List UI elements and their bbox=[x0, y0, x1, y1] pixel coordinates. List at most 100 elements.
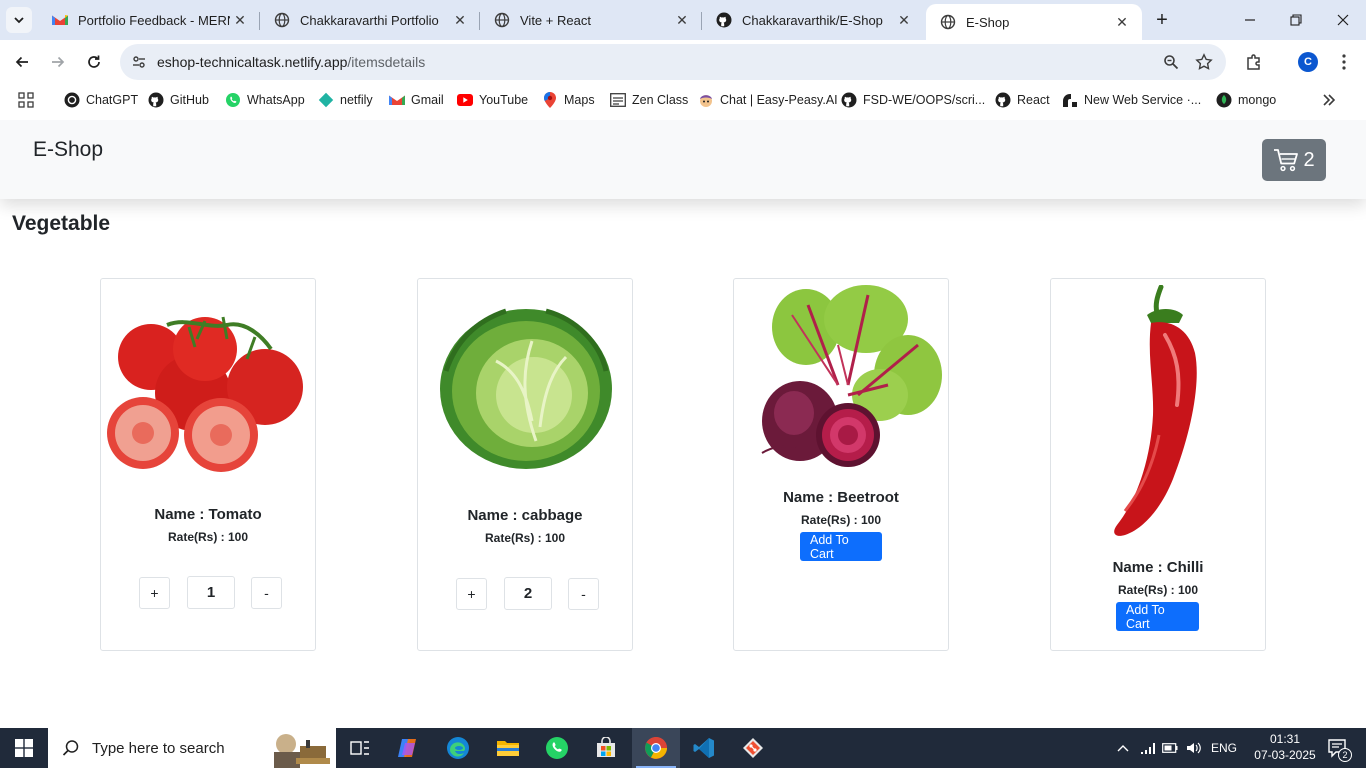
bookmark-new-web-service[interactable]: New Web Service ·... bbox=[1062, 91, 1201, 109]
vscode-button[interactable] bbox=[680, 728, 728, 768]
bookmark-label: Chat | Easy-Peasy.AI bbox=[720, 93, 838, 107]
github-icon bbox=[995, 92, 1011, 108]
bookmark-whatsapp[interactable]: WhatsApp bbox=[225, 91, 305, 109]
mongo-leaf-icon bbox=[1216, 92, 1232, 108]
close-icon[interactable]: ✕ bbox=[672, 10, 692, 30]
bookmark-github[interactable]: GitHub bbox=[148, 91, 209, 109]
new-tab-button[interactable]: + bbox=[1150, 8, 1174, 32]
browser-tab-strip: Portfolio Feedback - MERN ✕ Chakkaravart… bbox=[0, 0, 1366, 40]
copilot-button[interactable] bbox=[384, 728, 432, 768]
brand-title[interactable]: E-Shop bbox=[33, 138, 103, 162]
forward-button[interactable] bbox=[44, 48, 72, 76]
bookmark-fsd-we[interactable]: FSD-WE/OOPS/scri... bbox=[841, 91, 985, 109]
bookmark-youtube[interactable]: YouTube bbox=[457, 91, 528, 109]
youtube-icon bbox=[457, 92, 473, 108]
taskbar-search[interactable]: Type here to search bbox=[48, 728, 336, 768]
quantity-value: 2 bbox=[504, 577, 552, 610]
show-hidden-icons[interactable] bbox=[1112, 728, 1134, 768]
tab-search-button[interactable] bbox=[6, 7, 32, 33]
browser-toolbar: eshop-technicaltask.netlify.app/itemsdet… bbox=[0, 40, 1366, 84]
decrement-button[interactable]: - bbox=[251, 577, 282, 609]
close-window-button[interactable] bbox=[1320, 0, 1366, 40]
task-view-button[interactable] bbox=[336, 728, 384, 768]
bookmark-easy-peasy[interactable]: Chat | Easy-Peasy.AI bbox=[698, 91, 838, 109]
tab-vite-react[interactable]: Vite + React ✕ bbox=[480, 0, 702, 40]
minimize-icon bbox=[1245, 19, 1255, 21]
network-icon[interactable] bbox=[1138, 728, 1158, 768]
clock[interactable]: 01:31 07-03-2025 bbox=[1254, 731, 1316, 763]
increment-button[interactable]: + bbox=[139, 577, 170, 609]
tab-chakkaravarthi-portfolio[interactable]: Chakkaravarthi Portfolio ✕ bbox=[260, 0, 480, 40]
bookmark-gmail[interactable]: Gmail bbox=[389, 91, 444, 109]
bookmark-react[interactable]: React bbox=[995, 91, 1050, 109]
section-title: Vegetable bbox=[12, 212, 111, 235]
bookmark-star-icon[interactable] bbox=[1193, 51, 1215, 73]
product-card-beetroot: Name : Beetroot Rate(Rs) : 100 Add To Ca… bbox=[733, 278, 949, 651]
git-icon bbox=[743, 738, 763, 758]
bookmark-label: React bbox=[1017, 93, 1050, 107]
github-icon bbox=[148, 92, 164, 108]
url-host: eshop-technicaltask.netlify.app bbox=[157, 54, 348, 70]
tab-portfolio-feedback[interactable]: Portfolio Feedback - MERN ✕ bbox=[38, 0, 260, 40]
restore-button[interactable] bbox=[1273, 0, 1319, 40]
chevron-down-icon bbox=[14, 17, 24, 24]
edge-button[interactable] bbox=[434, 728, 482, 768]
windows-icon bbox=[15, 739, 33, 757]
close-icon[interactable]: ✕ bbox=[450, 10, 470, 30]
site-info-icon[interactable] bbox=[128, 51, 150, 73]
more-bookmarks-icon[interactable] bbox=[1322, 91, 1336, 109]
profile-avatar[interactable]: C bbox=[1298, 52, 1318, 72]
more-menu-icon[interactable] bbox=[1330, 48, 1358, 76]
close-icon[interactable]: ✕ bbox=[894, 10, 914, 30]
decrement-button[interactable]: - bbox=[568, 578, 599, 610]
folder-icon bbox=[497, 741, 519, 756]
tab-eshop[interactable]: E-Shop ✕ bbox=[926, 4, 1142, 40]
arrow-left-icon bbox=[15, 56, 28, 68]
bookmark-label: New Web Service ·... bbox=[1084, 93, 1202, 107]
render-icon bbox=[1062, 92, 1078, 108]
bookmark-maps[interactable]: Maps bbox=[542, 91, 595, 109]
start-button[interactable] bbox=[0, 728, 48, 768]
bookmark-chatgpt[interactable]: ChatGPT bbox=[64, 91, 138, 109]
product-name: Name : Beetroot bbox=[783, 489, 899, 506]
reload-button[interactable] bbox=[80, 48, 108, 76]
add-to-cart-button[interactable]: Add To Cart bbox=[1116, 602, 1199, 631]
whatsapp-button[interactable] bbox=[533, 728, 581, 768]
bookmarks-bar: ChatGPT GitHub WhatsApp netfily Gmail Yo… bbox=[0, 84, 1366, 116]
bookmark-zen-class[interactable]: Zen Class bbox=[610, 91, 688, 109]
add-to-cart-button[interactable]: Add To Cart bbox=[800, 532, 882, 561]
battery-icon[interactable] bbox=[1160, 728, 1180, 768]
cart-button[interactable]: 2 bbox=[1262, 139, 1326, 181]
globe-icon bbox=[494, 12, 510, 28]
bookmark-mongo[interactable]: mongo bbox=[1216, 91, 1276, 109]
tab-title: Chakkaravarthi Portfolio bbox=[300, 12, 439, 28]
chrome-button[interactable] bbox=[632, 728, 680, 768]
edge-icon bbox=[447, 737, 469, 759]
whatsapp-icon bbox=[546, 737, 568, 759]
search-icon bbox=[62, 740, 79, 756]
tab-title: Vite + React bbox=[520, 12, 591, 28]
back-button[interactable] bbox=[8, 48, 36, 76]
language-indicator[interactable]: ENG bbox=[1208, 728, 1240, 768]
bookmark-label: ChatGPT bbox=[86, 93, 139, 107]
minimize-button[interactable] bbox=[1227, 0, 1273, 40]
chrome-icon bbox=[645, 737, 667, 759]
close-icon[interactable]: ✕ bbox=[1112, 12, 1132, 32]
easy-peasy-icon bbox=[698, 92, 714, 108]
git-tool-button[interactable] bbox=[729, 728, 777, 768]
product-rate: Rate(Rs) : 100 bbox=[167, 530, 249, 544]
notification-count: 2 bbox=[1338, 748, 1352, 762]
notification-center-button[interactable]: 2 bbox=[1318, 728, 1358, 768]
close-icon[interactable]: ✕ bbox=[230, 10, 250, 30]
windows-taskbar: Type here to search ENG 01:31 07-03-2025… bbox=[0, 728, 1366, 768]
microsoft-store-button[interactable] bbox=[582, 728, 630, 768]
bookmark-netfily[interactable]: netfily bbox=[318, 91, 373, 109]
address-bar[interactable]: eshop-technicaltask.netlify.app/itemsdet… bbox=[120, 44, 1226, 80]
tab-github-eshop[interactable]: Chakkaravarthik/E-Shop ✕ bbox=[702, 0, 924, 40]
zoom-icon[interactable] bbox=[1160, 51, 1182, 73]
volume-icon[interactable] bbox=[1184, 728, 1204, 768]
apps-icon[interactable] bbox=[18, 91, 34, 109]
increment-button[interactable]: + bbox=[456, 578, 487, 610]
file-explorer-button[interactable] bbox=[484, 728, 532, 768]
extensions-icon[interactable] bbox=[1240, 48, 1268, 76]
